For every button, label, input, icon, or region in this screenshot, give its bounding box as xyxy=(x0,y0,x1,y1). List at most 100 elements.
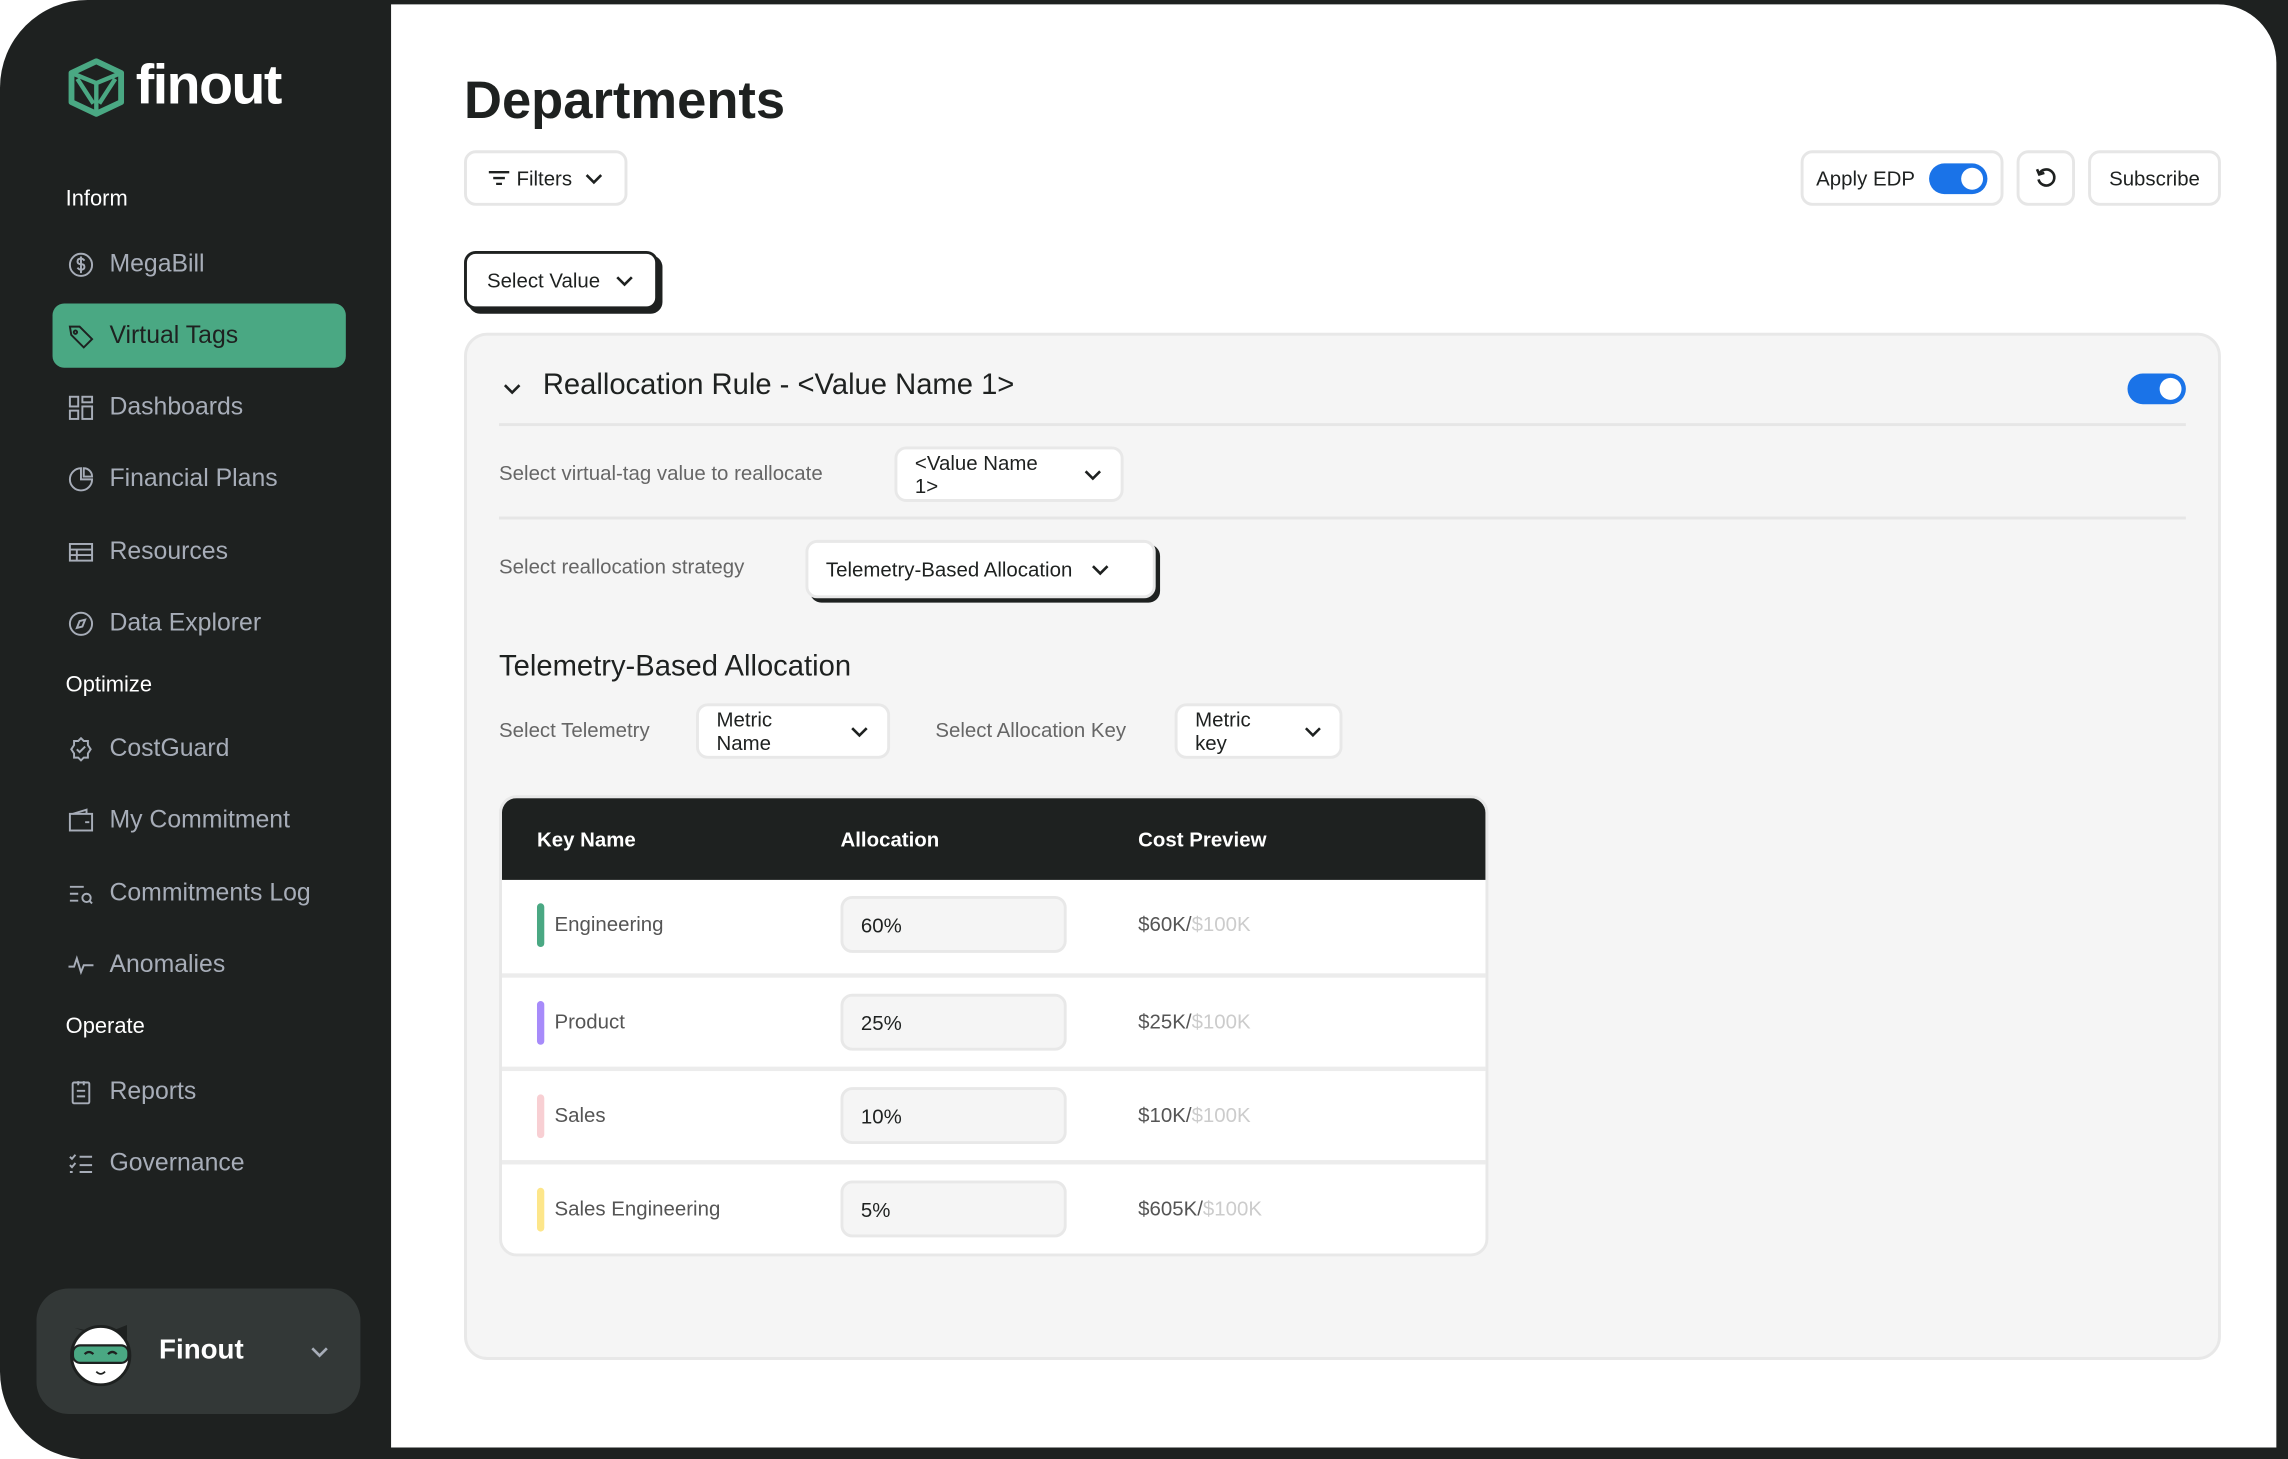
table-row: Sales 10% $10K/$100K xyxy=(501,1066,1486,1160)
allocation-input[interactable]: 60% xyxy=(840,895,1067,953)
profile-switcher[interactable]: Finout xyxy=(36,1288,361,1414)
section-title: Telemetry-Based Allocation xyxy=(499,650,852,683)
color-indicator xyxy=(536,1001,545,1045)
refresh-button[interactable] xyxy=(2016,150,2075,206)
select-value-dropdown[interactable]: Select Value xyxy=(464,250,659,310)
filters-button[interactable]: Filters xyxy=(464,150,628,206)
key-name: Sales xyxy=(554,1103,606,1127)
collapse-chevron-icon[interactable] xyxy=(501,376,524,399)
tag-icon xyxy=(68,324,94,349)
table-icon xyxy=(68,542,94,561)
sidebar-item-data-explorer[interactable]: Data Explorer xyxy=(53,591,346,655)
sidebar-item-label: Governance xyxy=(109,1148,245,1177)
profile-name: Finout xyxy=(159,1335,244,1366)
sidebar-section-operate: Operate xyxy=(65,1014,145,1039)
sidebar-item-resources[interactable]: Resources xyxy=(53,519,346,583)
dollar-circle-icon xyxy=(68,252,94,277)
sidebar-item-label: Data Explorer xyxy=(109,608,262,637)
divider xyxy=(499,516,2186,520)
apply-edp-control[interactable]: Apply EDP xyxy=(1800,150,2004,206)
subscribe-button[interactable]: Subscribe xyxy=(2088,150,2221,206)
strategy-selected: Telemetry-Based Allocation xyxy=(825,557,1073,581)
cost-value: $60K/ xyxy=(1138,912,1192,936)
allocation-key-selected: Metric key xyxy=(1195,707,1251,755)
key-name: Sales Engineering xyxy=(554,1196,721,1220)
cost-value: $25K/ xyxy=(1138,1009,1192,1034)
cost-preview: $605K/$100K xyxy=(1138,1197,1262,1220)
compass-icon xyxy=(68,611,94,636)
column-cost-preview: Cost Preview xyxy=(1138,827,1267,851)
apply-edp-toggle[interactable] xyxy=(1929,162,1988,194)
column-key-name: Key Name xyxy=(536,827,636,851)
sidebar-item-label: CostGuard xyxy=(109,733,230,762)
telemetry-selected: Metric Name xyxy=(716,707,773,755)
cost-preview: $10K/$100K xyxy=(1138,1103,1250,1126)
table-row: Engineering 60% $60K/$100K xyxy=(502,880,1486,973)
allocation-input[interactable]: 25% xyxy=(840,993,1067,1051)
table-row: Sales Engineering 5% $605K/$100K xyxy=(501,1160,1486,1253)
sidebar-item-anomalies[interactable]: Anomalies xyxy=(53,932,346,996)
allocation-input[interactable]: 10% xyxy=(840,1087,1067,1145)
chevron-down-icon xyxy=(1304,727,1321,738)
apply-edp-label: Apply EDP xyxy=(1816,166,1915,190)
filters-label: Filters xyxy=(516,166,573,190)
sidebar-item-label: Financial Plans xyxy=(109,464,278,492)
sidebar-item-label: Anomalies xyxy=(109,949,226,978)
sidebar-item-costguard[interactable]: CostGuard xyxy=(53,716,346,780)
checklist-icon xyxy=(69,1153,93,1173)
allocation-key-dropdown[interactable]: Metric key xyxy=(1174,703,1343,759)
cost-preview: $25K/$100K xyxy=(1138,1010,1250,1033)
chevron-down-icon xyxy=(585,174,603,185)
column-allocation: Allocation xyxy=(840,827,940,851)
table-header: Key Name Allocation Cost Preview xyxy=(501,798,1486,880)
value-selected: <Value Name 1> xyxy=(914,450,1038,498)
sidebar-item-my-commitment[interactable]: My Commitment xyxy=(53,788,346,852)
value-label: Select virtual-tag value to reallocate xyxy=(499,461,823,485)
page-title: Departments xyxy=(464,70,786,130)
pulse-icon xyxy=(68,954,94,975)
divider xyxy=(499,423,2186,427)
allocation-table: Key Name Allocation Cost Preview Enginee… xyxy=(499,795,1489,1257)
allocation-input[interactable]: 5% xyxy=(840,1180,1067,1238)
sidebar-item-label: Virtual Tags xyxy=(109,321,239,349)
rule-title: Reallocation Rule - <Value Name 1> xyxy=(542,369,1015,402)
sidebar-item-label: My Commitment xyxy=(109,805,290,834)
strategy-dropdown[interactable]: Telemetry-Based Allocation xyxy=(805,539,1156,599)
chevron-down-icon xyxy=(851,727,868,738)
dashboard-icon xyxy=(68,395,94,420)
sidebar-item-dashboards[interactable]: Dashboards xyxy=(53,375,346,439)
sidebar-item-commitments-log[interactable]: Commitments Log xyxy=(53,861,346,925)
sidebar-item-reports[interactable]: Reports xyxy=(53,1059,346,1123)
brand-name: finout xyxy=(135,55,283,117)
rule-enabled-toggle[interactable] xyxy=(2127,373,2186,405)
cost-total: $100K xyxy=(1191,1103,1251,1127)
allocation-key-label: Select Allocation Key xyxy=(935,717,1127,742)
sidebar-item-label: Resources xyxy=(109,536,229,565)
sidebar-item-label: Dashboards xyxy=(109,392,244,421)
cost-value: $10K/ xyxy=(1138,1103,1192,1127)
refresh-icon xyxy=(2035,168,2056,187)
pie-chart-icon xyxy=(68,466,94,491)
finout-logo[interactable]: finout xyxy=(66,55,283,118)
key-name: Product xyxy=(554,1009,625,1034)
chevron-down-icon xyxy=(1084,470,1102,481)
sidebar-item-label: Reports xyxy=(109,1076,197,1105)
sidebar-item-label: MegaBill xyxy=(109,249,205,278)
color-indicator xyxy=(536,903,545,948)
sidebar-item-virtual-tags[interactable]: Virtual Tags xyxy=(52,303,346,368)
list-search-icon xyxy=(69,885,93,904)
sidebar-section-optimize: Optimize xyxy=(65,672,153,698)
table-row: Product 25% $25K/$100K xyxy=(501,973,1486,1066)
color-indicator xyxy=(536,1094,545,1139)
sidebar-item-financial-plans[interactable]: Financial Plans xyxy=(53,447,346,511)
telemetry-dropdown[interactable]: Metric Name xyxy=(696,703,891,759)
sidebar-item-megabill[interactable]: MegaBill xyxy=(53,232,346,296)
sidebar-item-label: Commitments Log xyxy=(109,878,311,907)
strategy-label: Select reallocation strategy xyxy=(499,554,745,578)
sidebar-item-governance[interactable]: Governance xyxy=(53,1131,346,1195)
select-value-label: Select Value xyxy=(486,268,601,292)
chevron-down-icon xyxy=(616,276,634,287)
telemetry-label: Select Telemetry xyxy=(499,717,650,742)
cost-total: $100K xyxy=(1202,1196,1263,1220)
value-dropdown[interactable]: <Value Name 1> xyxy=(894,446,1124,502)
